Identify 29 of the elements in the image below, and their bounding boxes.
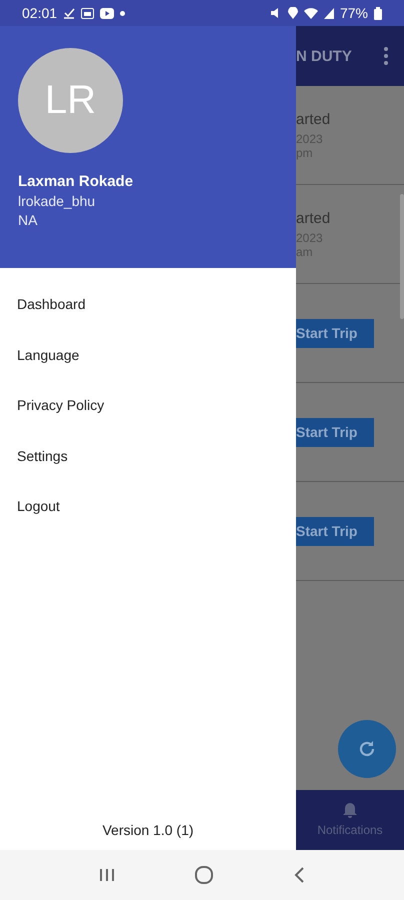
- back-icon[interactable]: [292, 866, 305, 884]
- menu-item[interactable]: Language: [0, 330, 296, 380]
- status-time: 02:01: [22, 5, 58, 21]
- user-role: NA: [18, 212, 38, 228]
- refresh-icon: [357, 739, 377, 759]
- menu-item[interactable]: Dashboard: [0, 279, 296, 330]
- home-icon[interactable]: [194, 865, 214, 885]
- dot-icon: [120, 10, 126, 16]
- more-icon[interactable]: [384, 47, 388, 65]
- user-name: Laxman Rokade: [18, 173, 134, 190]
- battery-percent: 77%: [340, 5, 368, 21]
- wifi-icon: [304, 7, 318, 19]
- card-icon: [81, 8, 94, 18]
- trip-status: arted: [296, 210, 332, 226]
- screen-title: N DUTY: [296, 48, 352, 64]
- play-icon: [100, 8, 114, 18]
- menu-item[interactable]: Logout: [0, 481, 296, 532]
- avatar: LR: [18, 48, 123, 153]
- bell-icon: [343, 803, 357, 819]
- trip-status: arted: [296, 110, 332, 128]
- battery-icon: [374, 6, 382, 20]
- signal-icon: [324, 8, 334, 18]
- menu-item[interactable]: Settings: [0, 430, 296, 481]
- menu-item[interactable]: Privacy Policy: [0, 380, 296, 430]
- recent-apps-icon[interactable]: [99, 867, 116, 883]
- check-icon: [63, 7, 76, 19]
- username: lrokade_bhu: [18, 193, 96, 209]
- version-label: Version 1.0 (1): [102, 822, 194, 838]
- location-icon: [288, 7, 298, 19]
